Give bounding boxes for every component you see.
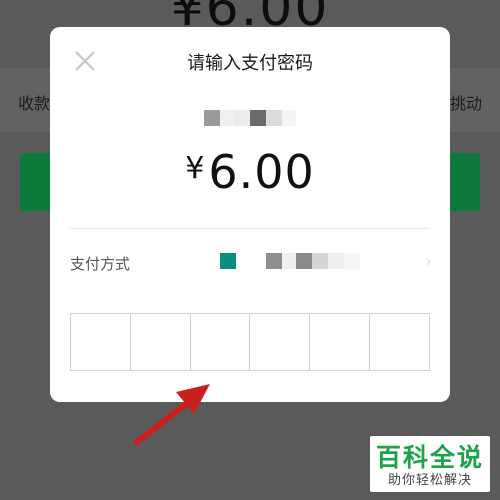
payee-name-blurred: [50, 109, 450, 127]
password-digit-box[interactable]: [71, 314, 131, 370]
watermark-subtitle: 助你轻松解决: [387, 473, 472, 488]
currency-symbol: ¥: [185, 151, 205, 186]
chevron-right-icon[interactable]: ›: [425, 251, 432, 272]
password-input[interactable]: [70, 313, 430, 371]
payment-method-selector[interactable]: [220, 252, 360, 269]
divider: [70, 228, 430, 229]
password-digit-box[interactable]: [370, 314, 429, 370]
background-right-label: 挑动: [449, 94, 482, 113]
password-digit-box[interactable]: [310, 314, 371, 370]
amount-value: 6.00: [208, 145, 315, 199]
background-left-label: 收款: [18, 94, 51, 113]
card-icon: [220, 252, 236, 269]
payment-method-label: 支付方式: [70, 255, 131, 273]
password-digit-box[interactable]: [250, 314, 311, 370]
password-digit-box[interactable]: [191, 314, 251, 370]
dialog-title: 请输入支付密码: [187, 53, 313, 74]
watermark-logo: 百科全说 助你轻松解决: [370, 436, 490, 492]
password-digit-box[interactable]: [131, 314, 191, 370]
payment-amount: ¥6.00: [50, 145, 450, 199]
payment-password-dialog: 请输入支付密码 ¥6.00 支付方式 ›: [50, 27, 450, 402]
